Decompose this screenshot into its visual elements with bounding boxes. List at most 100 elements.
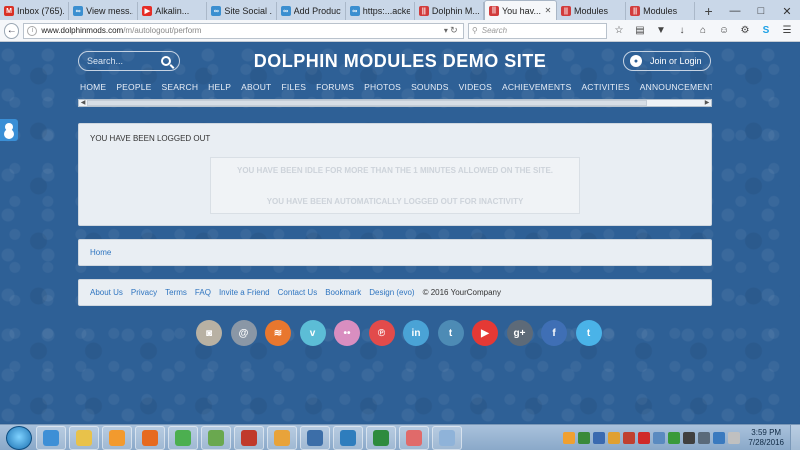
join-login-button[interactable]: ● Join or Login: [623, 51, 711, 71]
tray-icon[interactable]: [698, 431, 711, 444]
menu-item-forums[interactable]: FORUMS: [316, 82, 354, 96]
filezilla-taskbar-button[interactable]: [234, 425, 264, 450]
tray-icon[interactable]: [623, 431, 636, 444]
flickr-icon[interactable]: ••: [334, 320, 360, 346]
facebook-icon[interactable]: f: [541, 320, 567, 346]
addon-icon[interactable]: ⚙: [736, 23, 754, 39]
close-icon[interactable]: ✕: [544, 6, 552, 15]
scroll-left-icon[interactable]: ◀: [79, 99, 87, 107]
footer-link[interactable]: Bookmark: [325, 288, 361, 297]
search-icon[interactable]: [161, 56, 171, 66]
site-search-input[interactable]: Search...: [78, 51, 180, 71]
menu-icon[interactable]: ☰: [778, 23, 796, 39]
profile-side-widget[interactable]: [0, 119, 18, 141]
tray-icon[interactable]: [608, 431, 621, 444]
new-tab-button[interactable]: +: [695, 2, 722, 20]
browser-tab[interactable]: ∞ View mess...: [69, 2, 139, 20]
youtube-icon: ▶: [142, 6, 153, 16]
menu-item-achievements[interactable]: ACHIEVEMENTS: [502, 82, 571, 96]
back-button[interactable]: ←: [4, 22, 20, 39]
network-app-taskbar-button[interactable]: [300, 425, 330, 450]
vimeo-icon[interactable]: v: [299, 320, 326, 346]
menu-item-people[interactable]: PEOPLE: [116, 82, 151, 96]
maximize-button[interactable]: □: [748, 5, 774, 17]
media-player-taskbar-button[interactable]: [102, 425, 132, 450]
footer-link[interactable]: Terms: [165, 288, 187, 297]
home-icon[interactable]: ⌂: [694, 23, 712, 39]
start-button[interactable]: [6, 425, 32, 450]
chrome-taskbar-button[interactable]: [168, 425, 198, 450]
clock[interactable]: 3:59 PM 7/28/2016: [748, 428, 784, 448]
browser-tab[interactable]: ▶ Alkalin...: [138, 2, 208, 20]
footer-link[interactable]: Invite a Friend: [219, 288, 270, 297]
browser-tab[interactable]: || Modules: [557, 2, 627, 20]
footer-link[interactable]: Design (evo): [369, 288, 414, 297]
tray-icon[interactable]: [638, 431, 651, 444]
firefox-taskbar-button[interactable]: [135, 425, 165, 450]
browser-tab[interactable]: || Dolphin M...: [415, 2, 484, 20]
tray-icon[interactable]: [563, 431, 576, 444]
pinterest-icon[interactable]: ℗: [368, 320, 395, 346]
file-explorer-taskbar-button[interactable]: [69, 425, 99, 450]
footer-link[interactable]: Privacy: [131, 288, 157, 297]
menu-item-files[interactable]: FILES: [281, 82, 306, 96]
menu-item-photos[interactable]: PHOTOS: [364, 82, 401, 96]
breadcrumb-home-link[interactable]: Home: [90, 248, 111, 257]
tray-icon[interactable]: [713, 431, 726, 444]
download-icon[interactable]: ↓: [673, 23, 691, 39]
skype-icon[interactable]: S: [757, 23, 775, 39]
browser-tab[interactable]: ∞ https:...acker: [346, 2, 415, 20]
paint-taskbar-button[interactable]: [432, 425, 462, 450]
chat-icon[interactable]: ☺: [715, 23, 733, 39]
menu-item-about[interactable]: ABOUT: [241, 82, 271, 96]
internet-explorer-taskbar-button[interactable]: [36, 425, 66, 450]
menu-item-announcement[interactable]: ANNOUNCEMENT: [640, 82, 712, 96]
browser-tab[interactable]: || Modules: [626, 2, 696, 20]
site-info-icon[interactable]: i: [27, 25, 38, 36]
tumblr-icon[interactable]: t: [437, 320, 464, 346]
show-desktop-button[interactable]: [790, 424, 800, 450]
browser-tab[interactable]: ∞Site Social ...: [207, 2, 277, 20]
twitter-icon[interactable]: t: [575, 320, 602, 346]
tray-icon[interactable]: [683, 431, 696, 444]
menu-item-activities[interactable]: ACTIVITIES: [581, 82, 629, 96]
reading-list-icon[interactable]: ▤: [631, 23, 649, 39]
tray-icon[interactable]: [593, 431, 606, 444]
footer-link[interactable]: Contact Us: [278, 288, 318, 297]
linkedin-icon[interactable]: in: [403, 320, 429, 346]
menu-item-sounds[interactable]: SOUNDS: [411, 82, 449, 96]
rss-icon[interactable]: ≋: [265, 320, 291, 346]
outlook-taskbar-button[interactable]: [267, 425, 297, 450]
tray-icon[interactable]: [728, 431, 741, 444]
footer-link[interactable]: FAQ: [195, 288, 211, 297]
address-bar[interactable]: i www.dolphinmods.com/m/autologout/perfo…: [23, 22, 464, 39]
tray-icon[interactable]: [668, 431, 681, 444]
instagram-icon[interactable]: ◙: [196, 320, 222, 346]
browser-tab[interactable]: || You hav... ✕: [483, 0, 557, 20]
browser-tab[interactable]: MInbox (765)...: [0, 2, 70, 20]
menu-item-search[interactable]: SEARCH: [162, 82, 199, 96]
browser-tab[interactable]: ∞ Add Product: [277, 2, 346, 20]
menu-scrollbar[interactable]: ◀ ▶: [78, 99, 712, 107]
scrollbar-thumb[interactable]: [87, 100, 647, 106]
youtube-icon[interactable]: ▶: [472, 320, 498, 346]
email-icon[interactable]: @: [230, 320, 257, 346]
footer-link[interactable]: About Us: [90, 288, 123, 297]
minimize-button[interactable]: —: [722, 5, 748, 17]
close-window-button[interactable]: ✕: [774, 5, 800, 18]
menu-item-help[interactable]: HELP: [208, 82, 231, 96]
menu-item-videos[interactable]: VIDEOS: [459, 82, 492, 96]
star-icon[interactable]: ☆: [610, 23, 628, 39]
google-plus-icon[interactable]: g+: [506, 320, 533, 346]
pocket-icon[interactable]: ▼: [652, 23, 670, 39]
menu-item-home[interactable]: HOME: [80, 82, 106, 96]
excel-taskbar-button[interactable]: [366, 425, 396, 450]
tray-icon[interactable]: [578, 431, 591, 444]
scroll-right-icon[interactable]: ▶: [703, 99, 711, 107]
frog-app-taskbar-button[interactable]: [201, 425, 231, 450]
publisher-taskbar-button[interactable]: [333, 425, 363, 450]
reload-icon[interactable]: ↻: [448, 25, 460, 36]
browser-search-input[interactable]: ⚲ Search: [467, 22, 607, 39]
tray-icon[interactable]: [653, 431, 666, 444]
eraser-app-taskbar-button[interactable]: [399, 425, 429, 450]
